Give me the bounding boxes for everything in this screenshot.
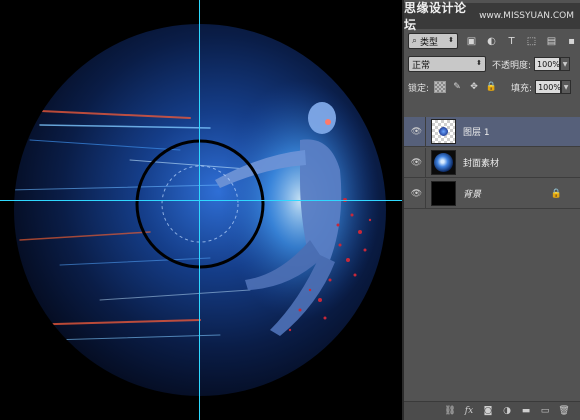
blend-mode-value: 正常 [412, 60, 431, 71]
fill-label: 填充: [511, 83, 533, 94]
layers-bottom-toolbar: ⛓ fx ◙ ◑ ▬ ▭ 🗑 [404, 401, 580, 420]
blend-row: 正常 ⬍ 不透明度: 100% ▼ [404, 53, 580, 75]
visibility-eye-icon[interactable]: 👁 [408, 116, 426, 147]
fill-input[interactable]: 100% [535, 80, 562, 94]
fx-icon[interactable]: fx [463, 405, 475, 417]
add-mask-icon[interactable]: ◙ [482, 405, 494, 417]
filter-label: 类型 [420, 37, 439, 48]
filter-row: ⌕ 类型 ⬍ ▣ ◐ T ⬚ ▤ ▪ [404, 30, 580, 52]
watermark-en: www.MISSYUAN.COM [479, 11, 574, 21]
opacity-input[interactable]: 100% [534, 57, 561, 71]
fill-chevron-icon[interactable]: ▼ [561, 80, 572, 94]
layer-filter-dropdown[interactable]: ⌕ 类型 ⬍ [408, 33, 458, 49]
visibility-eye-icon[interactable]: 👁 [408, 147, 426, 178]
lock-move-icon[interactable]: ✥ [468, 81, 480, 93]
layer-name: 背景 [463, 190, 482, 200]
lock-row: 锁定: ✎ ✥ 🔒 填充: 100% ▼ [404, 76, 580, 98]
type-filter-icon[interactable]: T [505, 35, 518, 48]
lock-transparent-icon[interactable] [434, 81, 447, 93]
link-layers-icon[interactable]: ⛓ [444, 405, 456, 417]
lock-paint-icon[interactable]: ✎ [451, 81, 463, 93]
layer-row-layer1[interactable]: 👁 图层 1 [404, 116, 580, 147]
chevron-updown-icon: ⬍ [476, 59, 482, 67]
watermark-cn: 思缘设计论坛 [404, 1, 467, 32]
adjustment-filter-icon[interactable]: ◐ [485, 35, 498, 48]
site-watermark: 思缘设计论坛 www.MISSYUAN.COM [404, 1, 580, 32]
document-canvas[interactable] [0, 0, 402, 420]
layer-name: 图层 1 [463, 128, 490, 138]
new-adjustment-icon[interactable]: ◑ [501, 405, 513, 417]
new-group-icon[interactable]: ▬ [520, 405, 532, 417]
smart-object-filter-icon[interactable]: ▤ [545, 35, 558, 48]
lock-icon: 🔒 [550, 189, 562, 199]
search-icon: ⌕ [412, 36, 418, 46]
lock-all-icon[interactable]: 🔒 [485, 81, 497, 93]
layers-panel: ⌕ 类型 ⬍ ▣ ◐ T ⬚ ▤ ▪ 正常 ⬍ 不透明度: 100% ▼ 锁定:… [402, 0, 580, 420]
layer-thumbnail [431, 181, 456, 206]
shape-filter-icon[interactable]: ⬚ [525, 35, 538, 48]
toggle-filter-icon[interactable]: ▪ [565, 35, 578, 48]
lock-label: 锁定: [408, 83, 430, 94]
horizontal-guide[interactable] [0, 200, 402, 201]
opacity-chevron-icon[interactable]: ▼ [560, 57, 571, 71]
delete-layer-icon[interactable]: 🗑 [558, 405, 570, 417]
new-layer-icon[interactable]: ▭ [539, 405, 551, 417]
opacity-label: 不透明度: [492, 60, 532, 71]
blend-mode-dropdown[interactable]: 正常 ⬍ [408, 56, 486, 72]
layer-thumbnail [431, 119, 456, 144]
artwork-circle [14, 24, 386, 396]
layer-thumbnail [431, 150, 456, 175]
layer-name: 封面素材 [463, 159, 500, 169]
chevron-updown-icon: ⬍ [448, 36, 454, 44]
layer-row-background[interactable]: 👁 背景 🔒 [404, 178, 580, 209]
vertical-guide[interactable] [199, 0, 200, 420]
image-filter-icon[interactable]: ▣ [465, 35, 478, 48]
layer-row-cover-material[interactable]: 👁 封面素材 [404, 147, 580, 178]
visibility-eye-icon[interactable]: 👁 [408, 178, 426, 209]
